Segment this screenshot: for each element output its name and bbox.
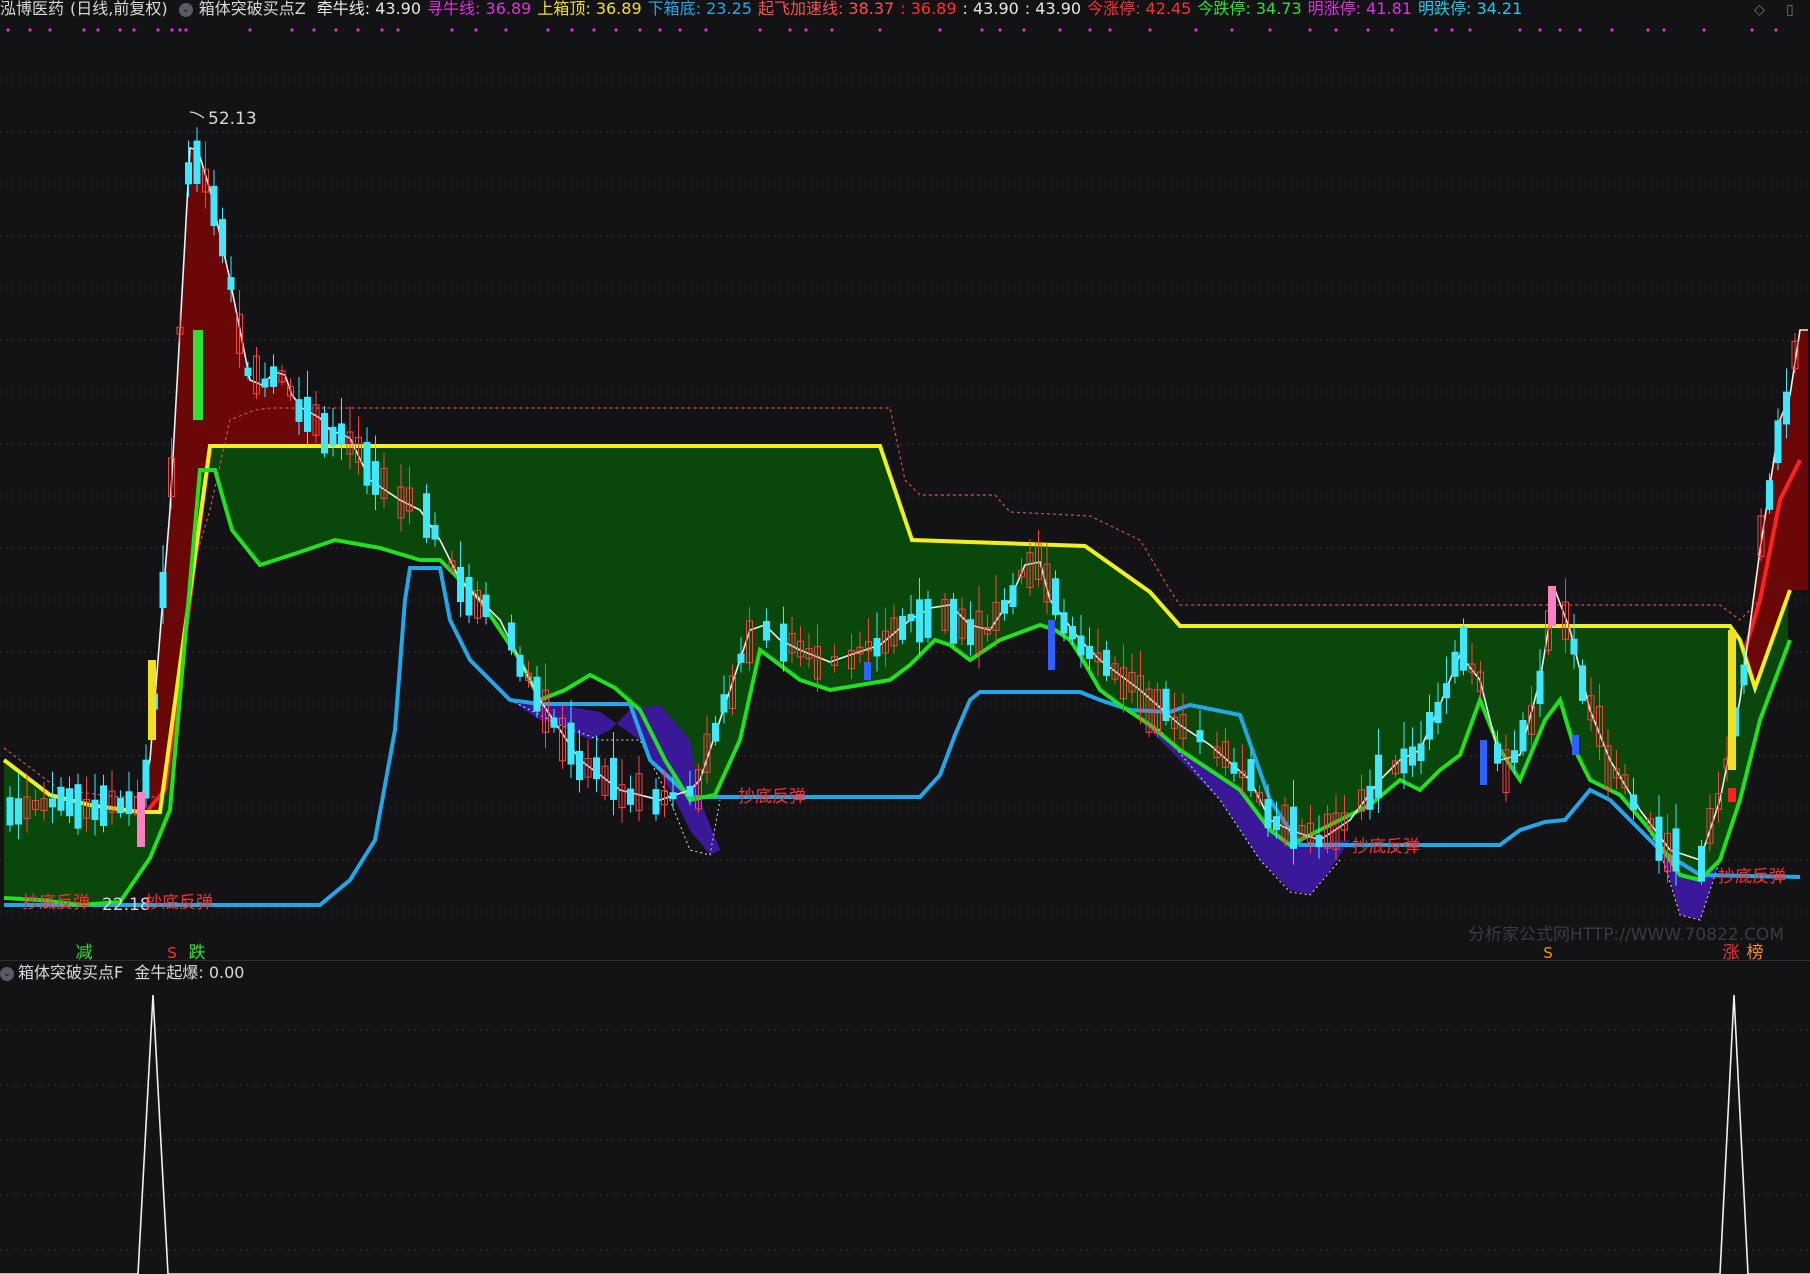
sub-chart: [0, 994, 1810, 1274]
golden-bull-line: [0, 994, 1810, 1274]
